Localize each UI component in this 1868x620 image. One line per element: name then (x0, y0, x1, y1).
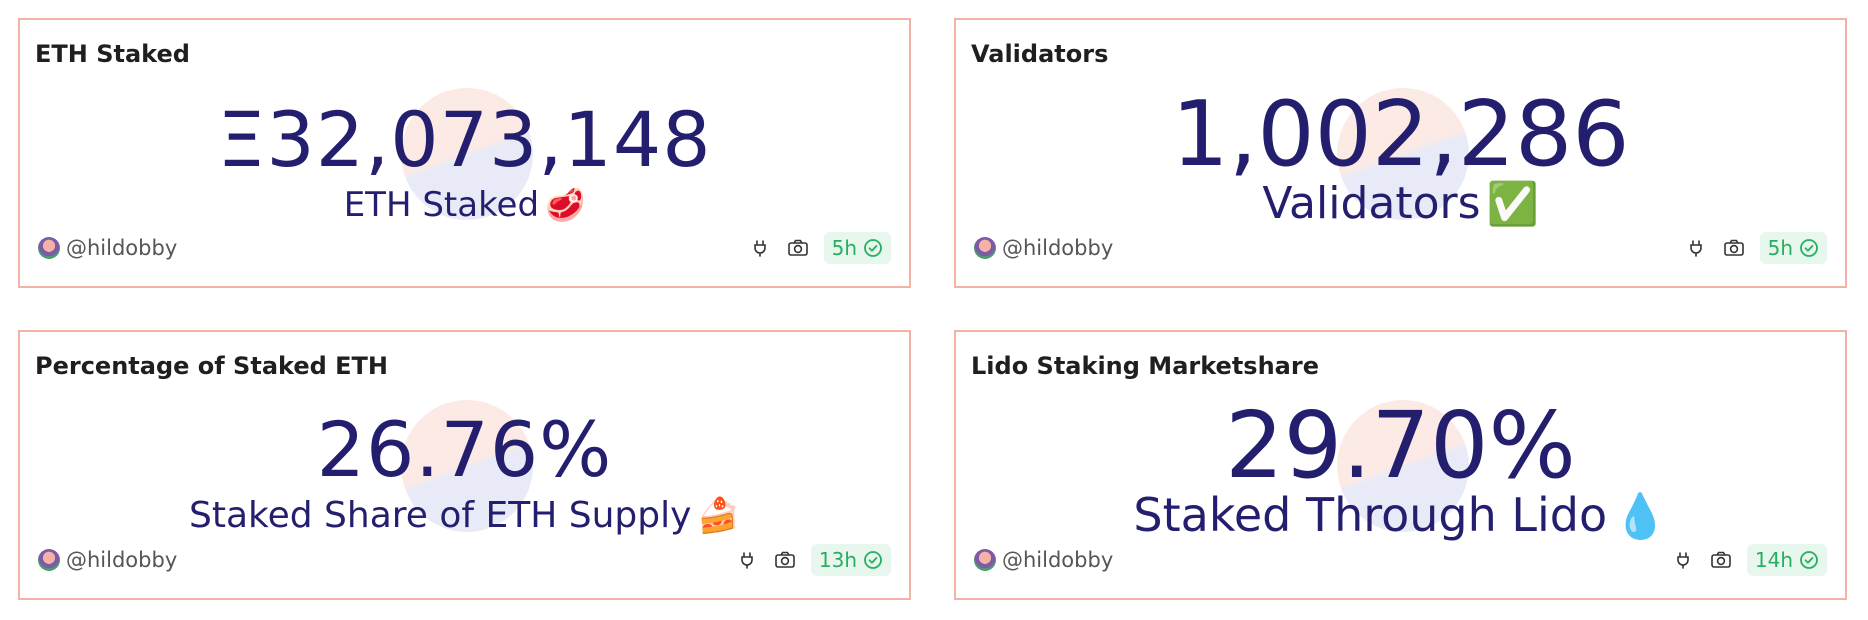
counter-subtitle: ETH Staked 🥩 (20, 188, 909, 222)
author-handle: @hildobby (66, 236, 178, 260)
card-footer: @hildobby 13h (38, 544, 891, 578)
counter-subtitle-text: Staked Through Lido (1133, 488, 1608, 542)
counter-card-eth-staked: ETH Staked Ξ32,073,148 ETH Staked 🥩 @hild… (18, 18, 911, 288)
card-tools: 14h (1671, 544, 1827, 576)
author-link[interactable]: @hildobby (38, 236, 177, 260)
card-footer: @hildobby 5h (974, 232, 1827, 266)
refresh-age: 14h (1754, 548, 1793, 572)
card-footer: @hildobby 14h (974, 544, 1827, 578)
droplet-emoji: 💧 (1613, 491, 1668, 542)
avatar (38, 549, 60, 571)
check-circle-icon (864, 551, 882, 569)
refresh-age: 13h (818, 548, 857, 572)
dashboard-grid: ETH Staked Ξ32,073,148 ETH Staked 🥩 @hild… (0, 0, 1868, 620)
check-circle-icon (1800, 239, 1818, 257)
refresh-age: 5h (831, 236, 857, 260)
card-tools: 5h (748, 232, 891, 264)
avatar (974, 237, 996, 259)
counter-card-validators: Validators 1,002,286 Validators ✅ @hildob… (954, 18, 1847, 288)
author-handle: @hildobby (66, 548, 178, 572)
counter-value: 1,002,286 (1171, 82, 1630, 187)
counter-value: 29.70% (1225, 392, 1576, 499)
plug-icon[interactable] (1684, 236, 1708, 260)
card-title: Percentage of Staked ETH (35, 352, 388, 380)
camera-icon[interactable] (786, 236, 810, 260)
check-mark-emoji: ✅ (1486, 179, 1539, 228)
counter-subtitle: Staked Share of ETH Supply 🍰 (20, 498, 909, 534)
plug-icon[interactable] (748, 236, 772, 260)
camera-icon[interactable] (773, 548, 797, 572)
check-circle-icon (1800, 551, 1818, 569)
plug-icon[interactable] (1671, 548, 1695, 572)
author-link[interactable]: @hildobby (974, 548, 1113, 572)
refresh-age-badge[interactable]: 14h (1746, 544, 1827, 576)
refresh-age-badge[interactable]: 5h (1759, 232, 1827, 264)
counter-subtitle-text: Staked Share of ETH Supply (188, 495, 692, 536)
refresh-age: 5h (1767, 236, 1793, 260)
refresh-age-badge[interactable]: 5h (823, 232, 891, 264)
card-title: ETH Staked (35, 40, 190, 68)
plug-icon[interactable] (735, 548, 759, 572)
counter-subtitle-text: ETH Staked (343, 185, 540, 225)
steak-emoji: 🥩 (545, 186, 586, 224)
counter-subtitle: Staked Through Lido 💧 (956, 492, 1845, 539)
counter-card-lido-marketshare: Lido Staking Marketshare 29.70% Staked T… (954, 330, 1847, 600)
author-handle: @hildobby (1002, 236, 1114, 260)
counter-subtitle: Validators ✅ (956, 182, 1845, 226)
avatar (974, 549, 996, 571)
card-tools: 13h (735, 544, 891, 576)
author-link[interactable]: @hildobby (38, 548, 177, 572)
card-footer: @hildobby 5h (38, 232, 891, 266)
refresh-age-badge[interactable]: 13h (810, 544, 891, 576)
camera-icon[interactable] (1709, 548, 1733, 572)
counter-value: 26.76% (316, 405, 613, 494)
card-tools: 5h (1684, 232, 1827, 264)
counter-subtitle-text: Validators (1262, 178, 1481, 229)
check-circle-icon (864, 239, 882, 257)
avatar (38, 237, 60, 259)
counter-card-staked-percentage: Percentage of Staked ETH 26.76% Staked S… (18, 330, 911, 600)
camera-icon[interactable] (1722, 236, 1746, 260)
counter-value: Ξ32,073,148 (217, 95, 712, 184)
cake-emoji: 🍰 (697, 496, 740, 536)
card-title: Validators (971, 40, 1109, 68)
author-handle: @hildobby (1002, 548, 1114, 572)
author-link[interactable]: @hildobby (974, 236, 1113, 260)
card-title: Lido Staking Marketshare (971, 352, 1319, 380)
